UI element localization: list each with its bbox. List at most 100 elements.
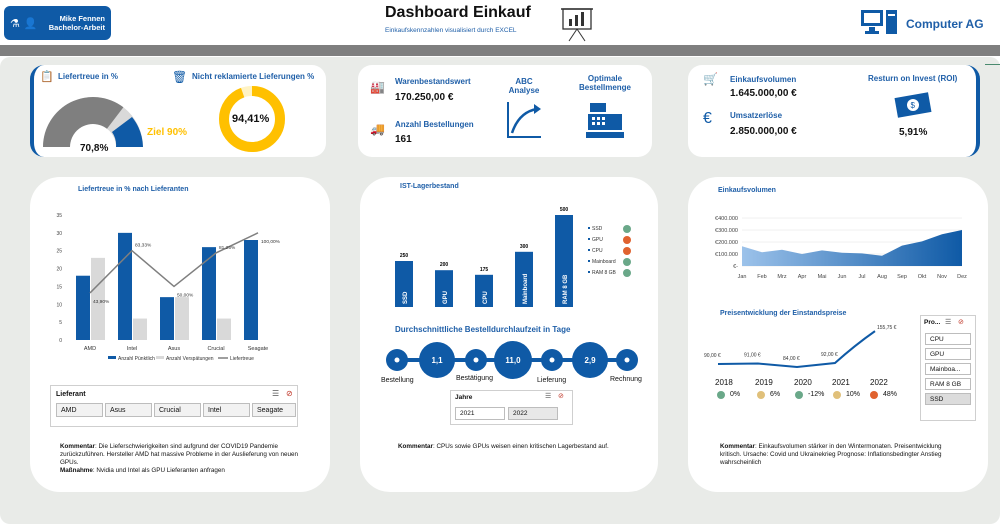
clear-filter-icon[interactable]: ⊘: [958, 318, 964, 326]
clear-filter-icon[interactable]: ⊘: [286, 389, 293, 398]
x-tick-label: Sep: [897, 274, 907, 280]
x-tick-label: Mai: [818, 274, 827, 280]
bar-amd-0: [76, 275, 90, 340]
liefertreue-bar-chart: 0 5 10 15 20 25 30 35 AMD Intel Asus Crucial Seagate…: [56, 213, 281, 362]
stock-status-dot: [623, 258, 631, 266]
step-rechnung: Rechnung: [610, 376, 642, 383]
slicer-lieferant-title: Lieferant: [56, 391, 86, 398]
bestell-label: Anzahl Bestellungen: [395, 120, 474, 129]
year-2022: 2022: [870, 378, 888, 387]
opt-label: Optimale Bestellmenge: [578, 74, 632, 92]
change-2019: 6%: [770, 391, 781, 398]
step-lieferung: Lieferung: [537, 377, 567, 384]
status-dot-2022: [870, 391, 878, 399]
x-tick-label: Crucial: [207, 346, 224, 352]
page-subtitle: Einkaufskennzahlen visualisiert durch EX…: [385, 27, 517, 34]
price-data-label: 90,00 €: [704, 353, 721, 359]
x-tick-label: Mrz: [777, 274, 786, 280]
user-role: Bachelor-Arbeit: [48, 23, 105, 32]
price-data-label: 155,75 €: [877, 325, 897, 331]
line-data-label: 43,90%: [93, 299, 110, 305]
year-2019: 2019: [755, 378, 773, 387]
x-tick-label: Aug: [877, 274, 887, 280]
einkaufsvolumen-area-chart: €- €100.000 €200.000 €300.000 €400.000 Jan Feb…: [715, 216, 967, 280]
multiselect-icon[interactable]: ☰: [272, 389, 279, 398]
y-tick-label: 30: [56, 231, 62, 237]
legend-bullet: [588, 271, 590, 273]
slicer-item-gpu[interactable]: GPU: [925, 348, 971, 360]
slicer-item-amd[interactable]: AMD: [56, 403, 103, 417]
clear-filter-icon[interactable]: ⊘: [558, 392, 564, 400]
price-data-label: 84,00 €: [783, 356, 800, 362]
comment-mid: Kommentar: CPUs sowie GPUs weisen einen …: [398, 443, 648, 451]
stock-value-label: 175: [480, 267, 489, 273]
x-tick-label: Jan: [738, 274, 747, 280]
legend-label-puenktlich: Anzahl Pünktlich: [118, 356, 155, 362]
slicer-item-ram[interactable]: RAM 8 GB: [925, 378, 971, 390]
stock-category-label: Mainboard: [523, 273, 529, 304]
user-icon: 👤: [23, 17, 38, 30]
line-data-label: 100,00%: [261, 239, 281, 245]
x-tick-label: Jun: [838, 274, 847, 280]
price-data-label: 92,00 €: [821, 352, 838, 358]
clipboard-icon: 📋: [40, 71, 54, 83]
chart4-title: Preisentwicklung der Einstandspreise: [720, 310, 847, 317]
slicer-jahre-title: Jahre: [455, 394, 473, 401]
slicer-item-crucial[interactable]: Crucial: [154, 403, 201, 417]
user-badge[interactable]: ⚗ 👤 Mike Fennen Bachelor-Arbeit: [4, 6, 111, 40]
stock-category-label: SSD: [403, 291, 409, 304]
stock-category-label: RAM 8 GB: [563, 274, 569, 304]
x-tick-label: Okt: [918, 274, 927, 280]
y-tick-label: €400.000: [715, 216, 738, 222]
multiselect-icon[interactable]: ☰: [545, 392, 551, 400]
computer-icon: [861, 10, 897, 34]
gauge-fill: [43, 97, 124, 147]
liefertreue-label: Liefertreue in %: [58, 72, 119, 81]
y-tick-label: €100.000: [715, 252, 738, 258]
step-bestaetigung: Bestätigung: [456, 375, 493, 382]
multiselect-icon[interactable]: ☰: [945, 318, 951, 326]
comment-right: Kommentar: Einkaufsvolumen stärker in de…: [720, 443, 960, 467]
slicer-item-2022[interactable]: 2022: [508, 407, 558, 420]
legend-label: GPU: [592, 237, 603, 243]
comment-left: Kommentar: Die Lieferschwierigkeiten sin…: [60, 443, 300, 475]
chart1-title: Liefertreue in % nach Lieferanten: [78, 186, 189, 193]
slicer-item-seagate[interactable]: Seagate: [252, 403, 296, 417]
ziel-label: Ziel 90%: [147, 127, 188, 138]
bar-amd-1: [91, 257, 105, 340]
stock-status-dot: [623, 247, 631, 255]
cash-register-icon[interactable]: [585, 100, 625, 140]
status-dot-2018: [717, 391, 725, 399]
x-tick-label: Nov: [937, 274, 947, 280]
legend-label: CPU: [592, 248, 603, 254]
status-dot-2021: [833, 391, 841, 399]
bar-seagate-0: [244, 240, 258, 340]
bar-asus-0: [160, 297, 174, 340]
cart-icon: 🛒: [703, 72, 718, 86]
x-tick-label: Intel: [127, 346, 137, 352]
abc-analysis-icon[interactable]: [505, 100, 543, 140]
year-2021: 2021: [832, 378, 850, 387]
stock-status-dot: [623, 225, 631, 233]
slicer-item-cpu[interactable]: CPU: [925, 333, 971, 345]
status-dot-2019: [757, 391, 765, 399]
liefertreue-line: [89, 232, 259, 294]
roi-value: 5,91%: [899, 127, 928, 138]
bar-intel-0: [118, 232, 132, 340]
slicer-item-asus[interactable]: Asus: [105, 403, 152, 417]
stock-value-label: 500: [560, 207, 569, 213]
step-bestellung: Bestellung: [381, 377, 414, 384]
measure-text: : Nvidia und Intel als GPU Lieferanten a…: [92, 467, 225, 474]
y-tick-label: €-: [733, 264, 738, 270]
slicer-item-2021[interactable]: 2021: [455, 407, 505, 420]
slicer-item-mainboard[interactable]: Mainboa...: [925, 363, 971, 375]
slicer-item-ssd[interactable]: SSD: [925, 393, 971, 405]
x-tick-label: Dez: [957, 274, 967, 280]
x-tick-label: Feb: [757, 274, 766, 280]
comment-label: Kommentar: [60, 443, 95, 450]
legend-label: Mainboard: [592, 259, 616, 265]
x-tick-label: Asus: [168, 346, 180, 352]
slicer-item-intel[interactable]: Intel: [203, 403, 250, 417]
status-dot-2020: [795, 391, 803, 399]
umsatz-label: Umsatzerlöse: [730, 111, 783, 120]
